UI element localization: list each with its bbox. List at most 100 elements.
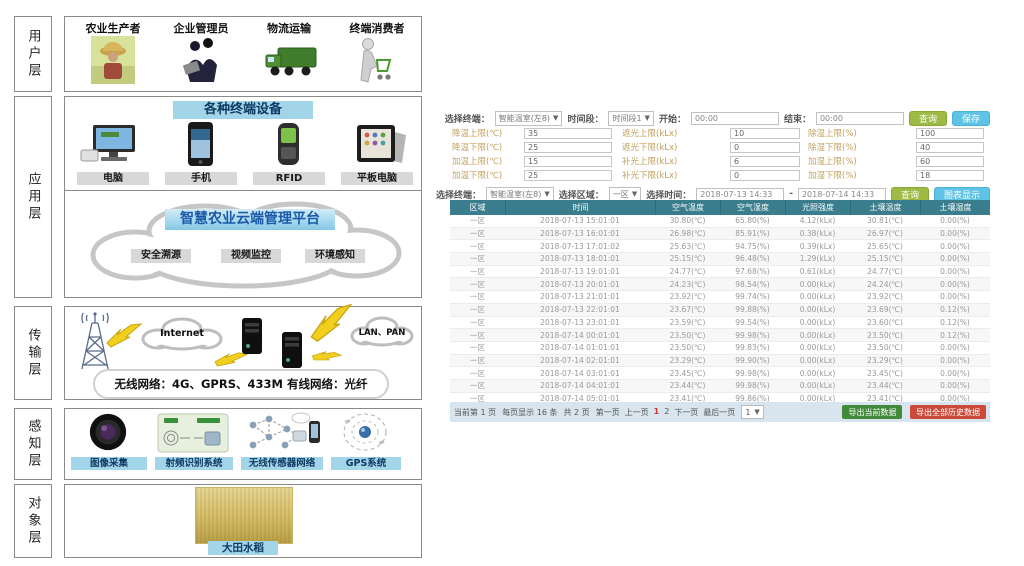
devices-header: 各种终端设备 [173, 101, 313, 119]
perception-layer-box: 图像采集 射频识别系统 无线传感器网络 GPS系统 [64, 408, 422, 480]
device-label: 手机 [165, 172, 237, 185]
time-range-start-input[interactable] [696, 188, 784, 201]
table-header-cell: 时间 [505, 200, 655, 215]
table-cell: 23.29(℃) [850, 355, 920, 367]
query-button[interactable]: 查询 [909, 111, 947, 126]
table-cell: 97.68(%) [720, 266, 785, 278]
pager-link[interactable]: 上一页 [625, 407, 649, 418]
setting-input[interactable] [916, 156, 984, 167]
chevron-down-icon: ▼ [553, 114, 558, 122]
table-cell: 一区 [450, 367, 505, 379]
table-cell: 0.12(%) [920, 304, 990, 316]
terminal-select-label: 选择终端： [436, 188, 481, 201]
table-cell: 99.98(%) [720, 329, 785, 341]
start-time-input[interactable] [691, 112, 779, 125]
setting-input[interactable] [524, 170, 612, 181]
table-cell: 2018-07-14 00:01:01 [505, 329, 655, 341]
setting-label: 补光下限(kLx) [620, 169, 730, 181]
table-cell: 0.00(kLx) [785, 329, 850, 341]
layer-label-perception: 感知层 [14, 408, 52, 480]
layer-label-object: 对象层 [14, 484, 52, 558]
table-cell: 2018-07-14 03:01:01 [505, 367, 655, 379]
end-time-input[interactable] [816, 112, 904, 125]
chevron-down-icon: ▼ [645, 114, 650, 122]
table-header-cell: 空气温度 [655, 200, 720, 215]
export-current-button[interactable]: 导出当前数据 [842, 405, 902, 419]
camera-lens-icon [87, 411, 129, 457]
rfid-system-icon [157, 413, 229, 457]
setting-input[interactable] [916, 128, 984, 139]
setting-input[interactable] [730, 156, 800, 167]
table-cell: 一区 [450, 291, 505, 303]
table-cell: 0.00(%) [920, 291, 990, 303]
page-select[interactable]: 1 ▼ [741, 405, 763, 419]
table-header-cell: 区域 [450, 200, 505, 215]
setting-input[interactable] [524, 142, 612, 153]
monitoring-panel: 选择终端： 智能温室(左8) ▼ 时间段： 时间段1 ▼ 开始： 结束： 查询 … [450, 108, 990, 426]
cloud-feature-label: 安全溯源 [131, 249, 191, 263]
table-cell: 23.59(℃) [655, 317, 720, 329]
table-cell: 0.12(%) [920, 329, 990, 341]
table-cell: 26.98(℃) [655, 228, 720, 240]
lan-pan-label: LAN、PAN [347, 326, 417, 338]
time-range-label: 选择时间： [646, 188, 691, 201]
pagination-total-info: 共 2 页 [563, 407, 589, 418]
user-role-label: 农业生产者 [73, 20, 153, 36]
table-cell: 25.65(℃) [850, 240, 920, 252]
table-cell: 99.88(%) [720, 304, 785, 316]
table-row: 一区2018-07-14 03:01:0123.45(℃)99.98(%)0.0… [450, 367, 990, 380]
setting-input[interactable] [916, 142, 984, 153]
time-range-end-input[interactable] [798, 188, 886, 201]
managers-image [179, 36, 223, 88]
table-cell: 一区 [450, 317, 505, 329]
pager-link[interactable]: 1 [654, 407, 660, 418]
setting-input[interactable] [730, 128, 800, 139]
setting-input[interactable] [916, 170, 984, 181]
table-row: 一区2018-07-13 15:01:0130.80(℃)65.80(%)4.1… [450, 215, 990, 228]
user-role-label: 企业管理员 [161, 20, 241, 36]
table-cell: 2018-07-14 04:01:01 [505, 380, 655, 392]
table-cell: 0.00(%) [920, 228, 990, 240]
table-cell: 96.48(%) [720, 253, 785, 265]
table-header-cell: 光照强度 [785, 200, 850, 215]
table-cell: 23.50(℃) [850, 342, 920, 354]
table-cell: 99.54(%) [720, 317, 785, 329]
table-cell: 99.98(%) [720, 380, 785, 392]
setting-input[interactable] [730, 142, 800, 153]
table-cell: 0.00(kLx) [785, 278, 850, 290]
table-header-cell: 土壤湿度 [920, 200, 990, 215]
device-label: 电脑 [77, 172, 149, 185]
table-cell: 23.92(℃) [850, 291, 920, 303]
table-body: 一区2018-07-13 15:01:0130.80(℃)65.80(%)4.1… [450, 215, 990, 418]
area-select-value: 一区 [613, 189, 629, 200]
perception-label: 图像采集 [71, 457, 147, 470]
pager-link[interactable]: 下一页 [674, 407, 698, 418]
table-row: 一区2018-07-14 04:01:0123.44(℃)99.98(%)0.0… [450, 380, 990, 393]
start-time-label: 开始： [659, 112, 686, 125]
table-cell: 一区 [450, 240, 505, 252]
setting-input[interactable] [730, 170, 800, 181]
table-cell: 0.00(kLx) [785, 367, 850, 379]
table-cell: 98.54(%) [720, 278, 785, 290]
table-cell: 0.00(%) [920, 278, 990, 290]
table-row: 一区2018-07-13 17:01:0225.63(℃)94.75(%)0.3… [450, 240, 990, 253]
setting-label: 遮光上限(kLx) [620, 127, 730, 139]
export-all-button[interactable]: 导出全部历史数据 [910, 405, 986, 419]
pager-link[interactable]: 第一页 [596, 407, 620, 418]
period-select[interactable]: 时间段1 ▼ [608, 111, 653, 126]
setting-input[interactable] [524, 128, 612, 139]
save-button[interactable]: 保存 [952, 111, 990, 126]
setting-label: 加湿下限(%) [806, 169, 916, 181]
setting-input[interactable] [524, 156, 612, 167]
table-cell: 一区 [450, 329, 505, 341]
terminal-select[interactable]: 智能温室(左8) ▼ [495, 111, 563, 126]
layer-label-application: 应用层 [14, 96, 52, 298]
table-cell: 25.15(℃) [655, 253, 720, 265]
pager-link[interactable]: 最后一页 [703, 407, 735, 418]
table-cell: 2018-07-13 18:01:01 [505, 253, 655, 265]
table-cell: 25.15(℃) [850, 253, 920, 265]
farmer-image [91, 36, 135, 88]
table-header-cell: 土壤温度 [850, 200, 920, 215]
pager-link[interactable]: 2 [664, 407, 669, 418]
table-cell: 0.00(%) [920, 380, 990, 392]
